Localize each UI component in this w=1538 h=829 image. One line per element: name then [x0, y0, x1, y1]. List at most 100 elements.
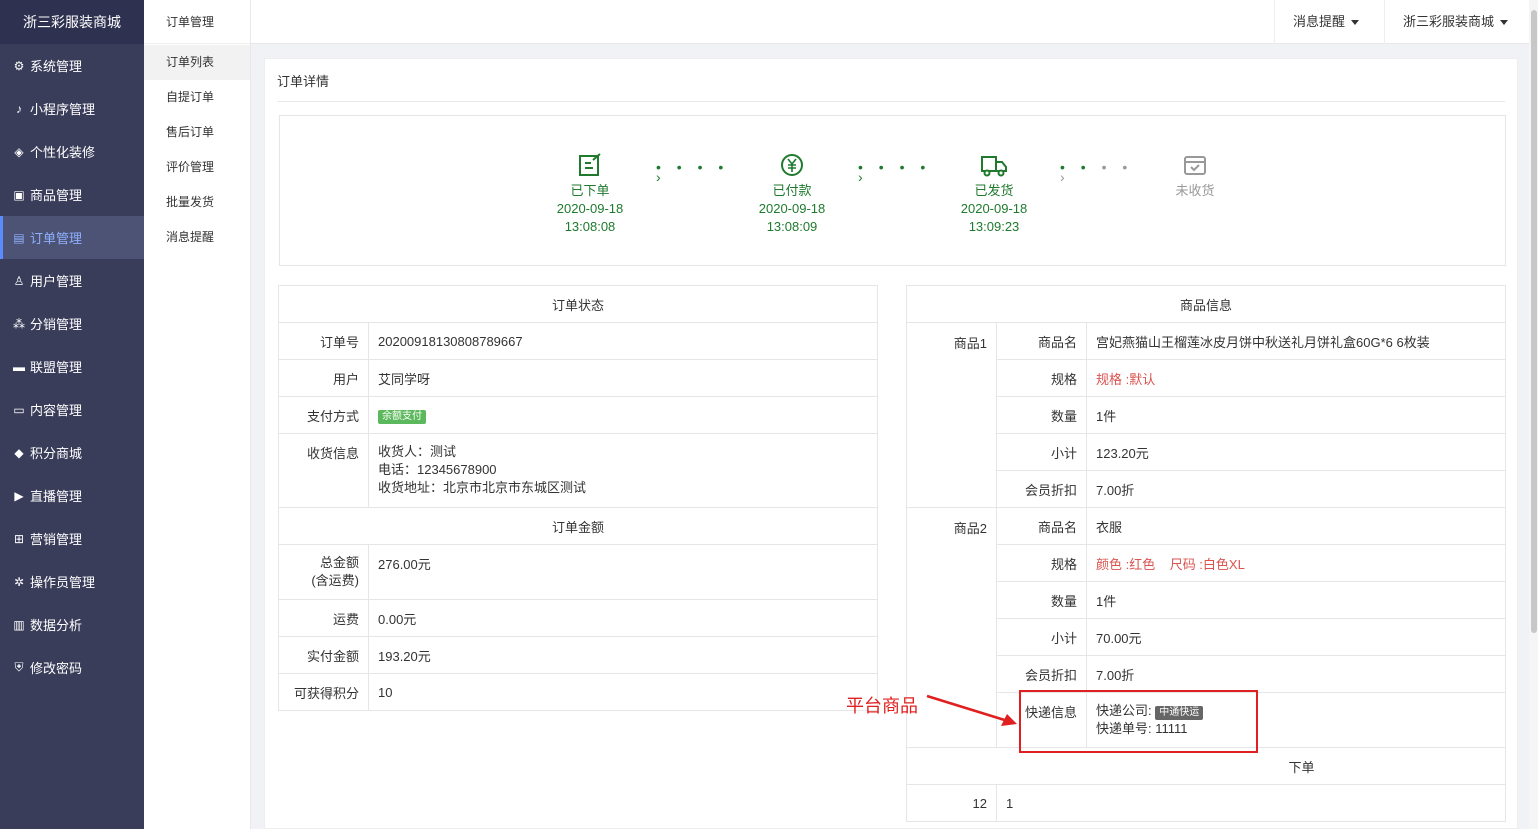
- notify-dropdown[interactable]: 消息提醒: [1274, 0, 1384, 44]
- user-icon: ♙: [13, 273, 25, 288]
- sidebar-item-label: 联盟管理: [30, 360, 83, 375]
- subnav-item-pickup-orders[interactable]: 自提订单: [144, 80, 250, 115]
- total-value: 276.00元: [368, 544, 878, 600]
- pay-method-badge: 余额支付: [378, 409, 426, 424]
- sidebar-item-label: 数据分析: [30, 618, 83, 633]
- subnav-item-reviews[interactable]: 评价管理: [144, 150, 250, 185]
- sidebar-item-label: 积分商城: [30, 446, 83, 461]
- top-bar: 消息提醒 浙三彩服装商城: [251, 0, 1529, 44]
- caret-down-icon: [1500, 20, 1509, 26]
- goods-1-subtotal: 123.20元: [1086, 433, 1506, 471]
- goods-2-spec-color: 颜色 :红色: [1096, 556, 1156, 572]
- gear-icon: ⚙: [13, 58, 25, 73]
- step-time: 13:08:08: [564, 219, 616, 234]
- subnav-item-batch-ship[interactable]: 批量发货: [144, 185, 250, 220]
- goods-1-name: 宫妃燕猫山王榴莲冰皮月饼中秋送礼月饼礼盒60G*6 6枚装: [1086, 322, 1506, 360]
- notify-label: 消息提醒: [1293, 14, 1346, 29]
- subnav-item-notifications[interactable]: 消息提醒: [144, 220, 250, 255]
- receiver-phone: 电话：12345678900: [378, 462, 497, 477]
- cube-icon: ◆: [14, 445, 24, 460]
- goods-name-label: 商品名: [996, 322, 1087, 360]
- subnav-item-order-list[interactable]: 订单列表: [144, 45, 250, 80]
- pay-method-label: 支付方式: [278, 396, 369, 434]
- paid-value: 193.20元: [368, 636, 878, 674]
- sidebar-item-system[interactable]: ⚙ 系统管理: [0, 44, 144, 87]
- step-label: 未收货: [1175, 183, 1215, 198]
- sidebar-item-label: 分销管理: [30, 317, 83, 332]
- sidebar-item-live[interactable]: ▶ 直播管理: [0, 474, 144, 517]
- goods-subtotal-label: 小计: [996, 433, 1087, 471]
- store-dropdown[interactable]: 浙三彩服装商城: [1384, 0, 1529, 44]
- scrollbar-thumb[interactable]: [1531, 10, 1537, 633]
- diamond-icon: ◈: [14, 144, 24, 159]
- sidebar-item-operators[interactable]: ✲ 操作员管理: [0, 560, 144, 603]
- sidebar-item-label: 操作员管理: [30, 575, 96, 590]
- divider: [277, 101, 1505, 102]
- step-date: 2020-09-18: [960, 201, 1028, 216]
- goods-1-discount: 7.00折: [1086, 470, 1506, 508]
- tiktok-icon: ♪: [16, 101, 22, 116]
- app-logo: 浙三彩服装商城: [0, 0, 144, 44]
- sidebar-item-label: 用户管理: [30, 274, 83, 289]
- sidebar-item-password[interactable]: ⛨ 修改密码: [0, 646, 144, 689]
- sidebar-item-label: 内容管理: [30, 403, 83, 418]
- sidebar-item-orders[interactable]: ▤ 订单管理: [0, 216, 144, 259]
- sidebar-item-distribution[interactable]: ⁂ 分销管理: [0, 302, 144, 345]
- goods-1-tag: 商品1: [906, 322, 997, 508]
- step-label: 已发货: [974, 183, 1014, 198]
- store-label: 浙三彩服装商城: [1403, 14, 1495, 29]
- caret-down-icon: [1351, 20, 1360, 26]
- sidebar-item-analytics[interactable]: ▥ 数据分析: [0, 603, 144, 646]
- receiver-info-label: 收货信息: [278, 433, 369, 508]
- sidebar-item-label: 营销管理: [30, 532, 83, 547]
- sidebar-item-content[interactable]: ▭ 内容管理: [0, 388, 144, 431]
- sidebar-item-marketing[interactable]: ⊞ 营销管理: [0, 517, 144, 560]
- order-progress: 已下单 2020-09-18 13:08:08 • • • • › 已付款 20…: [279, 115, 1506, 266]
- sidebar-item-goods[interactable]: ▣ 商品管理: [0, 173, 144, 216]
- play-icon: ▶: [14, 488, 24, 503]
- goods-subtotal-label: 小计: [996, 618, 1087, 656]
- goods-2-name: 衣服: [1086, 507, 1506, 545]
- step-ordered: 已下单 2020-09-18 13:08:08: [535, 152, 645, 236]
- sidebar-item-label: 个性化装修: [30, 145, 96, 160]
- sidebar-item-miniapp[interactable]: ♪ 小程序管理: [0, 87, 144, 130]
- sidebar-item-label: 系统管理: [30, 59, 83, 74]
- points-label: 可获得积分: [278, 673, 369, 711]
- paid-label: 实付金额: [278, 636, 369, 674]
- cog-icon: ✲: [13, 574, 25, 589]
- edit-icon: [579, 153, 601, 176]
- goods-1-qty: 1件: [1086, 396, 1506, 434]
- points-value: 10: [368, 673, 878, 711]
- goods-qty-label: 数量: [996, 581, 1087, 619]
- order-footer-header: 下单: [906, 747, 1506, 785]
- network-icon: ⁂: [13, 316, 25, 331]
- sidebar-item-users[interactable]: ♙ 用户管理: [0, 259, 144, 302]
- sidebar-item-decoration[interactable]: ◈ 个性化装修: [0, 130, 144, 173]
- truck-icon: [981, 156, 1007, 177]
- order-no-label: 订单号: [278, 322, 369, 360]
- subnav-item-aftersale-orders[interactable]: 售后订单: [144, 115, 250, 150]
- step-label: 已下单: [570, 183, 610, 198]
- freight-label: 运费: [278, 599, 369, 637]
- goods-2-discount: 7.00折: [1086, 655, 1506, 693]
- goods-discount-label: 会员折扣: [996, 655, 1087, 693]
- annotation-arrow-icon: [926, 694, 1017, 726]
- progress-connector: • • • • ›: [656, 159, 730, 185]
- sidebar-item-alliance[interactable]: ▬ 联盟管理: [0, 345, 144, 388]
- goods-2-spec-size: 尺码 :白色XL: [1169, 556, 1245, 572]
- footer-col1: 12: [906, 784, 997, 822]
- progress-connector: • • • • ›: [858, 159, 932, 185]
- order-status-header: 订单状态: [278, 285, 878, 323]
- sidebar-item-points-mall[interactable]: ◆ 积分商城: [0, 431, 144, 474]
- card-icon: ▬: [13, 359, 25, 374]
- content-icon: ▭: [13, 402, 25, 417]
- step-date: 2020-09-18: [556, 201, 624, 216]
- order-no-value: 20200918130808789667: [368, 322, 878, 360]
- total-label-sub: (含运费): [311, 573, 359, 588]
- step-shipped: 已发货 2020-09-18 13:09:23: [939, 152, 1049, 236]
- goods-info-header: 商品信息: [906, 285, 1506, 323]
- sidebar: 浙三彩服装商城 ⚙ 系统管理 ♪ 小程序管理 ◈ 个性化装修 ▣ 商品管理 ▤ 订单管理 …: [0, 0, 144, 829]
- user-label: 用户: [278, 359, 369, 397]
- receiver-name: 收货人：测试: [378, 444, 457, 459]
- step-time: 13:08:09: [766, 219, 818, 234]
